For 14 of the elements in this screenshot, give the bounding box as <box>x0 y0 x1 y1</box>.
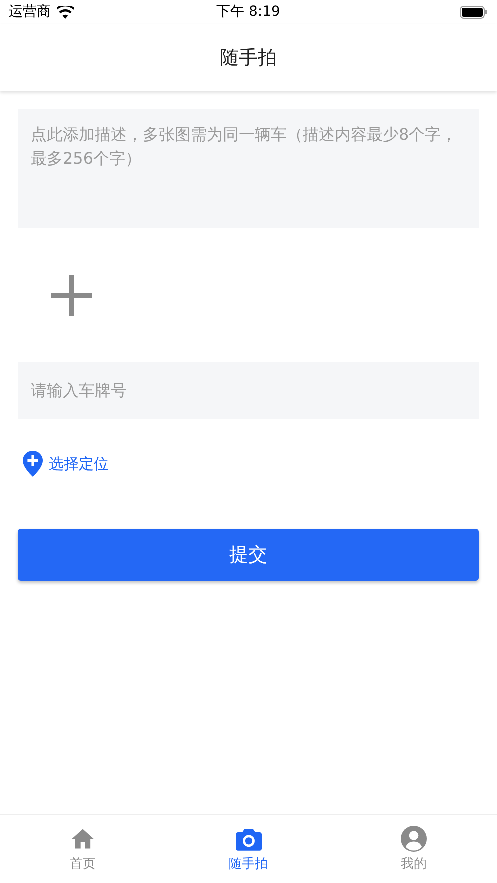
location-button[interactable]: 选择定位 <box>18 451 109 477</box>
carrier-name: 运营商 <box>9 3 51 21</box>
description-field[interactable]: 点此添加描述，多张图需为同一辆车（描述内容最少8个字，最多256个字） <box>18 109 479 228</box>
wifi-icon <box>57 6 74 18</box>
submit-button[interactable]: 提交 <box>18 529 479 581</box>
tab-item[interactable]: 随手拍 <box>166 815 332 883</box>
person-icon <box>401 826 428 852</box>
tab-item[interactable]: 首页 <box>0 815 166 883</box>
plate-number-field[interactable]: 请输入车牌号 <box>18 362 479 419</box>
page-title: 随手拍 <box>220 46 277 70</box>
clock-time: 下午 8:19 <box>216 3 282 21</box>
tab-item[interactable]: 我的 <box>331 815 497 883</box>
battery-icon <box>460 6 488 18</box>
location-pin-icon <box>23 451 43 477</box>
